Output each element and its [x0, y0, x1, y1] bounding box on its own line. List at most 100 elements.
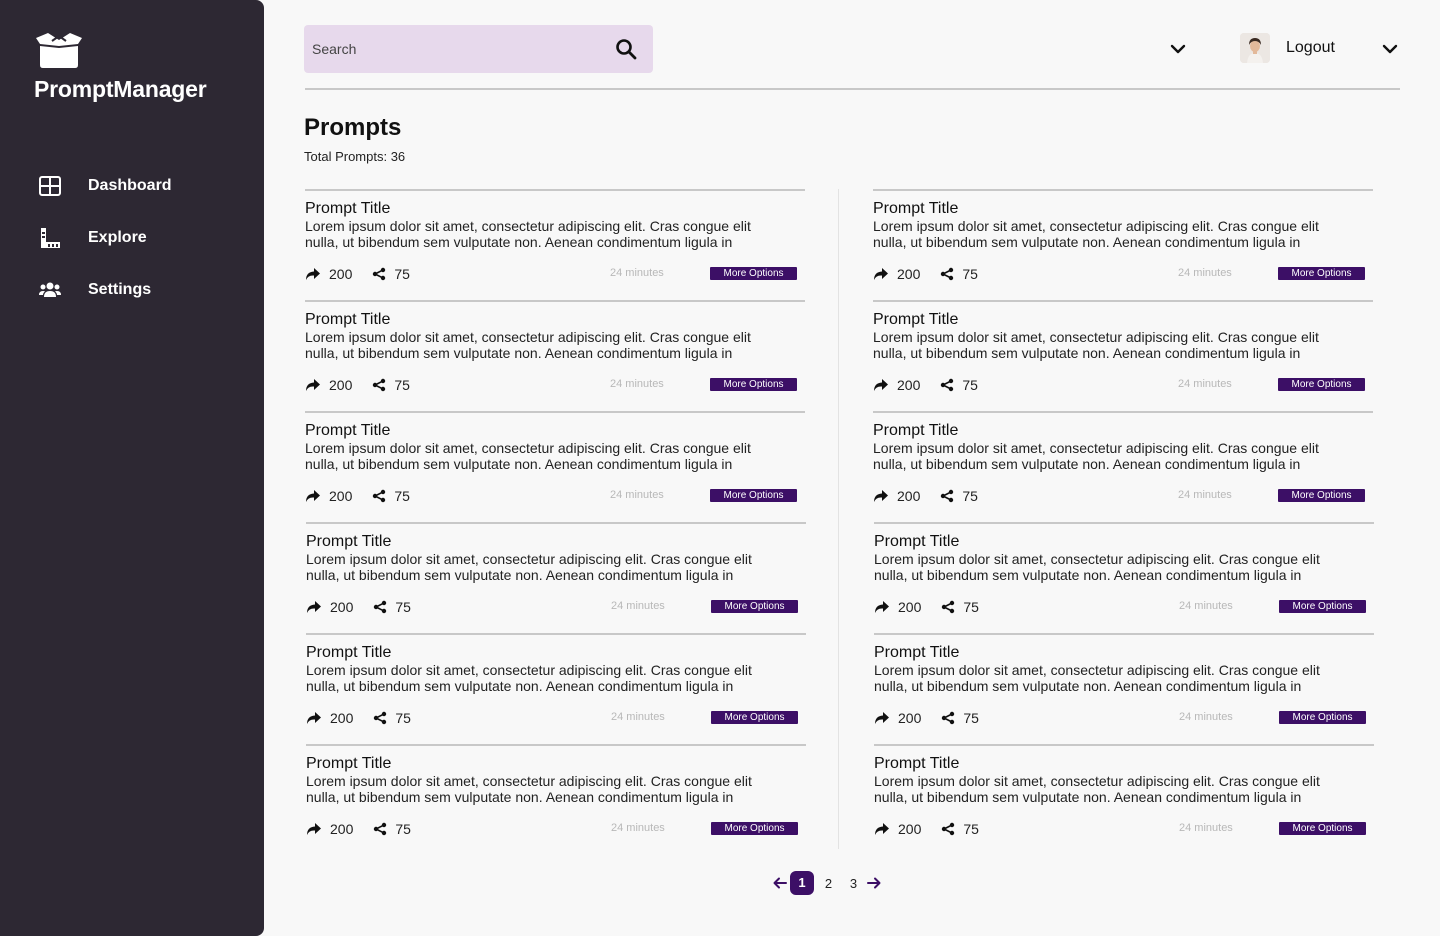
prompt-card[interactable]: Prompt Title Lorem ipsum dolor sit amet, …: [873, 300, 1373, 411]
prompt-title[interactable]: Prompt Title: [873, 422, 958, 440]
timestamp: 24 minutes: [1178, 378, 1232, 390]
prompt-title[interactable]: Prompt Title: [306, 755, 391, 773]
share-icon[interactable]: [873, 267, 889, 281]
prompt-title[interactable]: Prompt Title: [874, 533, 959, 551]
more-options-button[interactable]: More Options: [1279, 822, 1366, 835]
fork-count: 75: [962, 266, 978, 282]
share-count: 200: [329, 488, 353, 504]
more-options-button[interactable]: More Options: [710, 267, 797, 280]
prompt-title[interactable]: Prompt Title: [306, 644, 391, 662]
sidebar-item-label: Explore: [88, 229, 147, 246]
avatar[interactable]: [1240, 33, 1270, 63]
prompt-card[interactable]: Prompt Title Lorem ipsum dolor sit amet, …: [874, 633, 1374, 744]
prompt-title[interactable]: Prompt Title: [305, 311, 390, 329]
more-options-button[interactable]: More Options: [710, 378, 797, 391]
share-icon[interactable]: [873, 378, 889, 392]
more-options-button[interactable]: More Options: [1278, 267, 1365, 280]
more-options-button[interactable]: More Options: [710, 489, 797, 502]
prompt-stats: 200 75: [306, 820, 411, 838]
share-count: 200: [330, 821, 354, 837]
fork-icon[interactable]: [372, 378, 386, 392]
share-icon[interactable]: [874, 600, 890, 614]
share-icon[interactable]: [874, 822, 890, 836]
prompt-description: Lorem ipsum dolor sit amet, consectetur …: [305, 440, 751, 472]
prompt-description: Lorem ipsum dolor sit amet, consectetur …: [306, 773, 752, 805]
prompt-title[interactable]: Prompt Title: [305, 200, 390, 218]
share-count: 200: [330, 710, 354, 726]
timestamp: 24 minutes: [1179, 822, 1233, 834]
share-icon[interactable]: [306, 822, 322, 836]
share-icon[interactable]: [305, 267, 321, 281]
more-options-button[interactable]: More Options: [711, 711, 798, 724]
page-2-button[interactable]: 2: [821, 876, 836, 891]
fork-icon[interactable]: [940, 378, 954, 392]
prompt-description: Lorem ipsum dolor sit amet, consectetur …: [874, 551, 1320, 583]
chevron-down-icon[interactable]: [1168, 39, 1188, 59]
prompt-card[interactable]: Prompt Title Lorem ipsum dolor sit amet, …: [874, 522, 1374, 633]
prompt-card[interactable]: Prompt Title Lorem ipsum dolor sit amet, …: [306, 522, 806, 633]
fork-icon[interactable]: [941, 711, 955, 725]
share-icon[interactable]: [873, 489, 889, 503]
sidebar-item-explore[interactable]: Explore: [38, 222, 147, 254]
prompt-title[interactable]: Prompt Title: [306, 533, 391, 551]
share-count: 200: [329, 377, 353, 393]
prompt-card[interactable]: Prompt Title Lorem ipsum dolor sit amet, …: [873, 411, 1373, 522]
prompt-card[interactable]: Prompt Title Lorem ipsum dolor sit amet, …: [306, 744, 806, 855]
prompt-card[interactable]: Prompt Title Lorem ipsum dolor sit amet, …: [305, 189, 805, 300]
fork-icon[interactable]: [941, 600, 955, 614]
prompt-title[interactable]: Prompt Title: [874, 644, 959, 662]
timestamp: 24 minutes: [1179, 600, 1233, 612]
fork-icon[interactable]: [941, 822, 955, 836]
timestamp: 24 minutes: [610, 267, 664, 279]
sidebar-item-dashboard[interactable]: Dashboard: [38, 170, 172, 202]
fork-count: 75: [394, 266, 410, 282]
fork-icon[interactable]: [373, 711, 387, 725]
column-divider: [838, 189, 839, 849]
prompt-description: Lorem ipsum dolor sit amet, consectetur …: [305, 218, 751, 250]
prompt-card[interactable]: Prompt Title Lorem ipsum dolor sit amet, …: [306, 633, 806, 744]
prompt-stats: 200 75: [305, 487, 410, 505]
share-icon[interactable]: [306, 711, 322, 725]
share-icon[interactable]: [305, 489, 321, 503]
prompt-title[interactable]: Prompt Title: [305, 422, 390, 440]
more-options-button[interactable]: More Options: [1279, 711, 1366, 724]
prompt-title[interactable]: Prompt Title: [873, 200, 958, 218]
share-count: 200: [330, 599, 354, 615]
fork-icon[interactable]: [372, 267, 386, 281]
total-prompts-count: Total Prompts: 36: [304, 149, 406, 164]
page-3-button[interactable]: 3: [846, 876, 861, 891]
page-1-button[interactable]: 1: [790, 871, 814, 895]
more-options-button[interactable]: More Options: [1279, 600, 1366, 613]
prompt-card[interactable]: Prompt Title Lorem ipsum dolor sit amet, …: [874, 744, 1374, 855]
prompt-description: Lorem ipsum dolor sit amet, consectetur …: [873, 329, 1319, 361]
more-options-button[interactable]: More Options: [711, 822, 798, 835]
arrow-right-icon[interactable]: [866, 875, 882, 891]
fork-icon[interactable]: [940, 267, 954, 281]
share-icon[interactable]: [874, 711, 890, 725]
logout-button[interactable]: Logout: [1286, 39, 1335, 57]
more-options-button[interactable]: More Options: [711, 600, 798, 613]
arrow-left-icon[interactable]: [772, 875, 788, 891]
fork-icon[interactable]: [373, 600, 387, 614]
prompt-title[interactable]: Prompt Title: [874, 755, 959, 773]
chevron-down-icon[interactable]: [1380, 39, 1400, 59]
more-options-button[interactable]: More Options: [1278, 378, 1365, 391]
prompt-card[interactable]: Prompt Title Lorem ipsum dolor sit amet, …: [305, 411, 805, 522]
timestamp: 24 minutes: [611, 822, 665, 834]
fork-icon[interactable]: [940, 489, 954, 503]
brand-name: PromptManager: [34, 76, 207, 102]
share-count: 200: [897, 488, 921, 504]
search-input[interactable]: [312, 41, 602, 57]
sidebar-item-settings[interactable]: Settings: [38, 274, 151, 306]
prompt-title[interactable]: Prompt Title: [873, 311, 958, 329]
prompt-card[interactable]: Prompt Title Lorem ipsum dolor sit amet, …: [873, 189, 1373, 300]
prompt-description: Lorem ipsum dolor sit amet, consectetur …: [874, 662, 1320, 694]
more-options-button[interactable]: More Options: [1278, 489, 1365, 502]
timestamp: 24 minutes: [1178, 267, 1232, 279]
share-icon[interactable]: [306, 600, 322, 614]
share-icon[interactable]: [305, 378, 321, 392]
fork-icon[interactable]: [372, 489, 386, 503]
fork-icon[interactable]: [373, 822, 387, 836]
search-icon[interactable]: [615, 38, 637, 60]
prompt-card[interactable]: Prompt Title Lorem ipsum dolor sit amet, …: [305, 300, 805, 411]
